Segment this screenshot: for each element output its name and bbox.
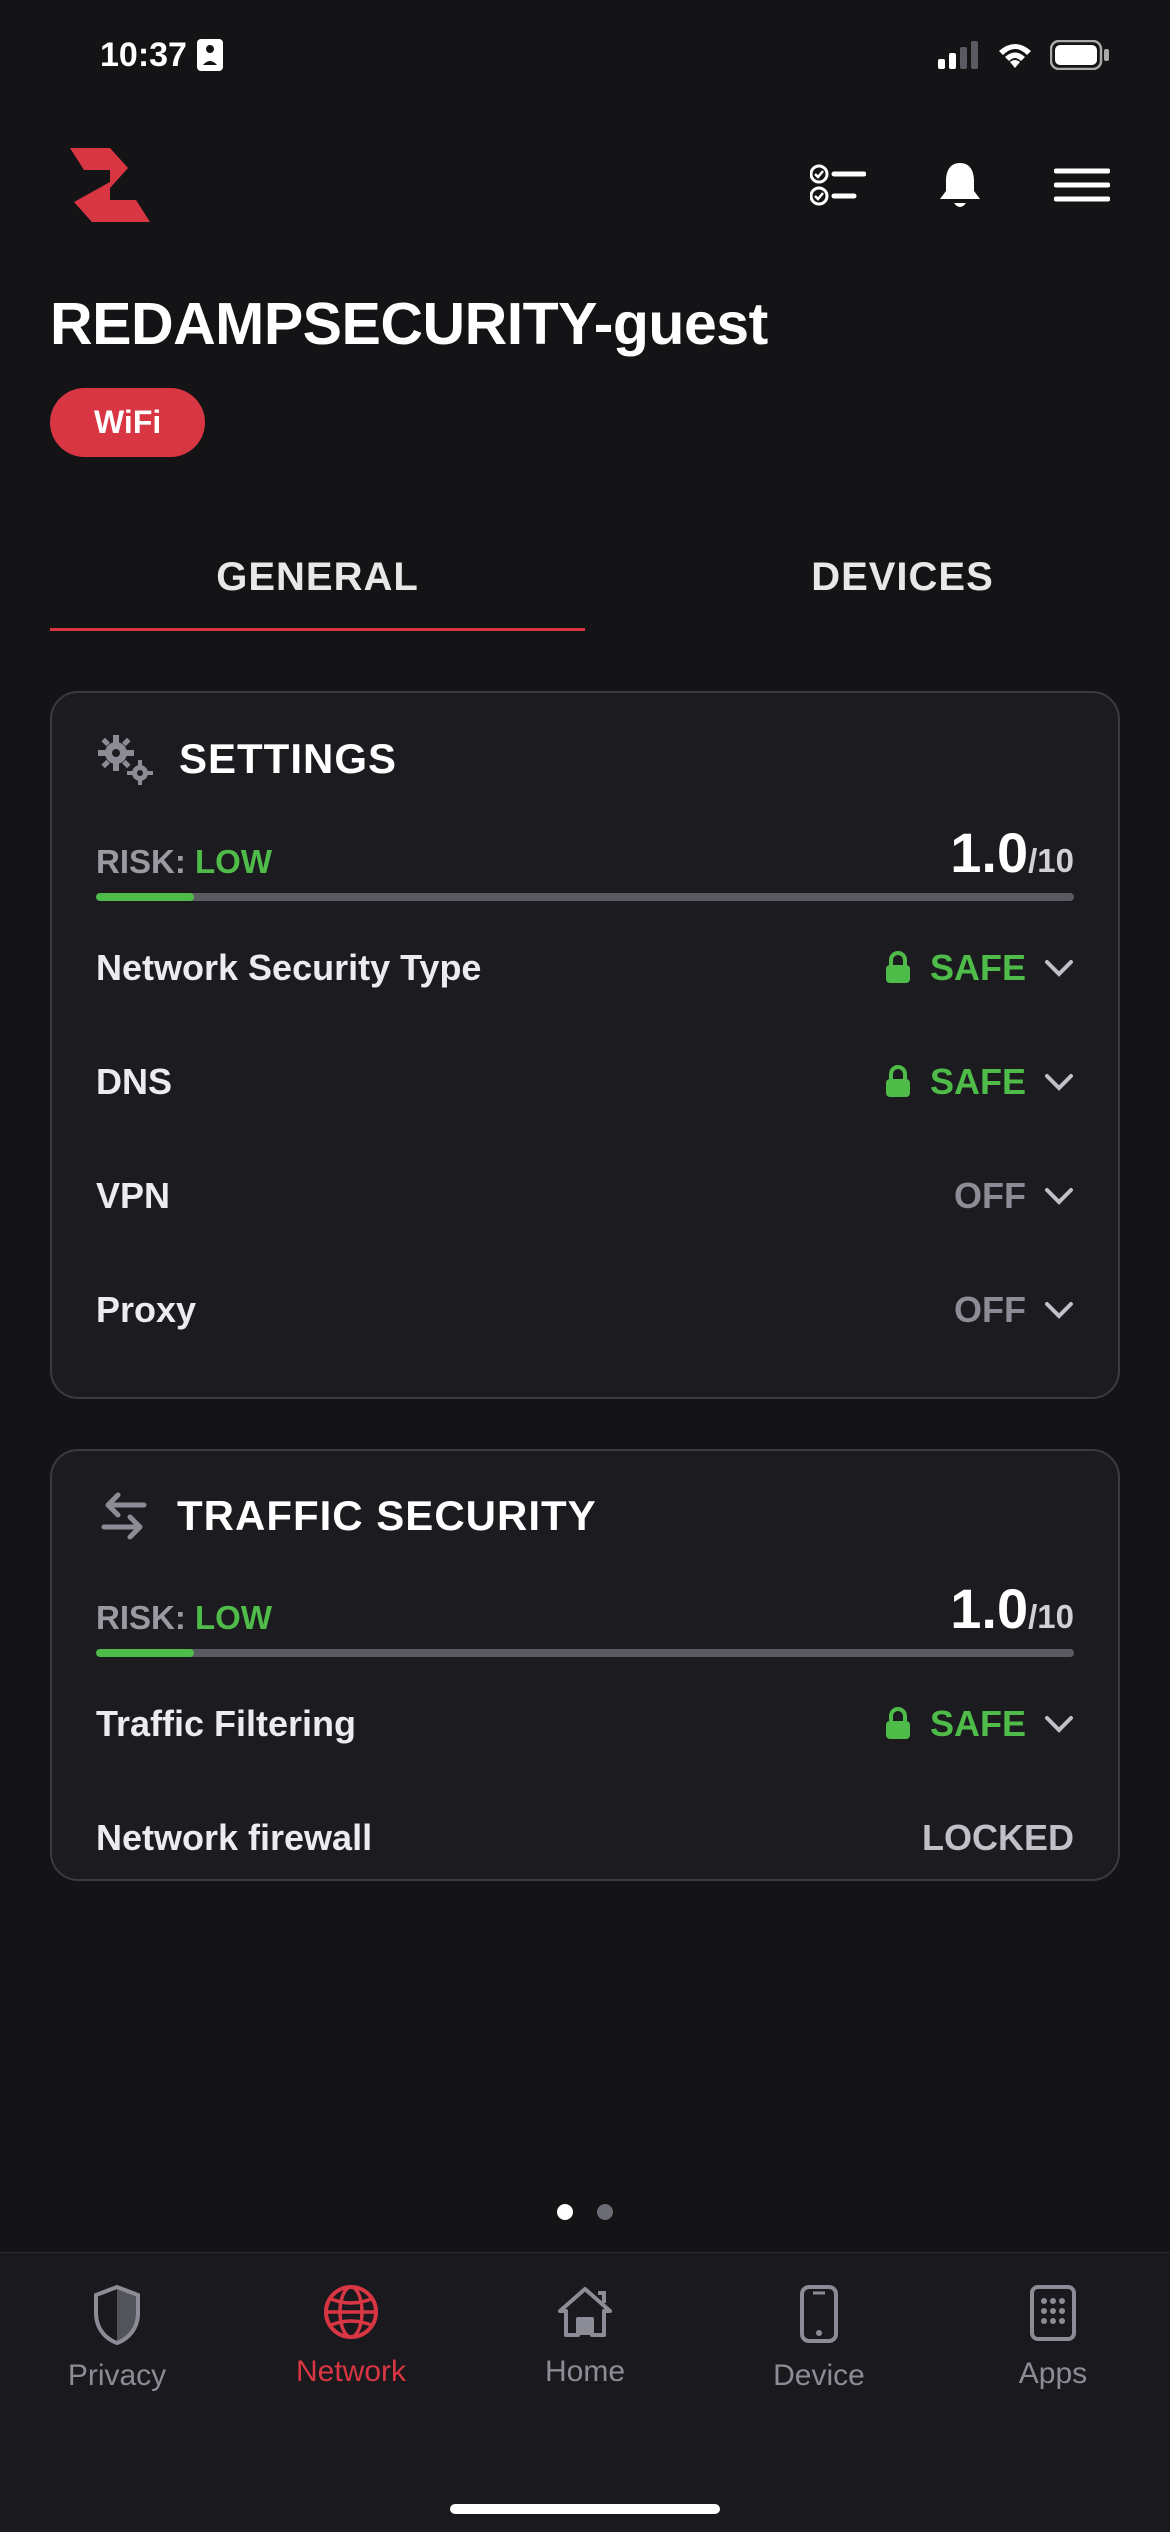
- nav-home[interactable]: Home: [468, 2283, 702, 2389]
- app-header: [0, 110, 1170, 260]
- status-time-text: 10:37: [100, 36, 187, 75]
- status-icons: [938, 40, 1110, 70]
- home-icon: [554, 2283, 616, 2341]
- status-time: 10:37: [100, 36, 223, 75]
- chevron-down-icon: [1044, 1301, 1074, 1319]
- settings-progress-fill: [96, 893, 194, 901]
- badge-icon: [197, 39, 223, 71]
- nav-label: Network: [296, 2355, 406, 2389]
- shield-icon: [90, 2283, 144, 2345]
- row-label: DNS: [96, 1061, 172, 1103]
- row-value: SAFE: [884, 1061, 1074, 1103]
- settings-card-header: SETTINGS: [96, 733, 1074, 785]
- row-vpn[interactable]: VPN OFF: [96, 1139, 1074, 1253]
- pagination-dots[interactable]: [0, 2204, 1170, 2220]
- row-label: Proxy: [96, 1289, 196, 1331]
- cellular-icon: [938, 41, 980, 69]
- app-logo-icon: [50, 140, 170, 230]
- traffic-title: TRAFFIC SECURITY: [177, 1492, 597, 1540]
- traffic-risk-level: LOW: [195, 1599, 272, 1636]
- row-value: OFF: [954, 1289, 1074, 1331]
- traffic-progress: [96, 1649, 1074, 1657]
- nav-device[interactable]: Device: [702, 2283, 936, 2393]
- row-label: Traffic Filtering: [96, 1703, 356, 1745]
- bell-icon[interactable]: [936, 159, 984, 211]
- traffic-risk-row: RISK: LOW 1.0/10: [96, 1581, 1074, 1637]
- row-network-security-type[interactable]: Network Security Type SAFE: [96, 911, 1074, 1025]
- traffic-risk-label: RISK: LOW: [96, 1599, 272, 1637]
- row-value: OFF: [954, 1175, 1074, 1217]
- row-label: VPN: [96, 1175, 170, 1217]
- nav-network[interactable]: Network: [234, 2283, 468, 2389]
- traffic-progress-fill: [96, 1649, 194, 1657]
- device-icon: [798, 2283, 840, 2345]
- apps-icon: [1028, 2283, 1078, 2343]
- status-bar: 10:37: [0, 0, 1170, 110]
- settings-title: SETTINGS: [179, 735, 397, 783]
- chevron-down-icon: [1044, 1715, 1074, 1733]
- page-dot-1[interactable]: [597, 2204, 613, 2220]
- home-indicator[interactable]: [450, 2504, 720, 2514]
- bottom-nav: Privacy Network Home Device Apps: [0, 2252, 1170, 2532]
- page-dot-0[interactable]: [557, 2204, 573, 2220]
- settings-risk-row: RISK: LOW 1.0/10: [96, 825, 1074, 881]
- battery-icon: [1050, 40, 1110, 70]
- row-label: Network Security Type: [96, 947, 481, 989]
- chevron-down-icon: [1044, 1073, 1074, 1091]
- nav-privacy[interactable]: Privacy: [0, 2283, 234, 2393]
- gears-icon: [96, 733, 154, 785]
- row-value: LOCKED: [922, 1817, 1074, 1859]
- row-label: Network firewall: [96, 1817, 372, 1859]
- settings-progress: [96, 893, 1074, 901]
- checklist-icon[interactable]: [810, 163, 866, 207]
- transfer-icon: [96, 1491, 152, 1541]
- row-value: SAFE: [884, 947, 1074, 989]
- row-proxy[interactable]: Proxy OFF: [96, 1253, 1074, 1367]
- tab-bar: GENERAL DEVICES: [0, 527, 1170, 631]
- row-value: SAFE: [884, 1703, 1074, 1745]
- chevron-down-icon: [1044, 1187, 1074, 1205]
- nav-label: Apps: [1019, 2357, 1087, 2391]
- nav-apps[interactable]: Apps: [936, 2283, 1170, 2391]
- wifi-badge: WiFi: [50, 388, 205, 457]
- network-name: REDAMPSECURITY-guest: [50, 290, 1120, 358]
- nav-label: Privacy: [68, 2359, 166, 2393]
- traffic-card-header: TRAFFIC SECURITY: [96, 1491, 1074, 1541]
- traffic-risk-score: 1.0/10: [950, 1581, 1074, 1637]
- tab-general[interactable]: GENERAL: [50, 527, 585, 631]
- header-actions: [810, 159, 1120, 211]
- lock-icon: [884, 1065, 912, 1099]
- row-network-firewall[interactable]: Network firewall LOCKED: [96, 1781, 1074, 1869]
- chevron-down-icon: [1044, 959, 1074, 977]
- settings-risk-label: RISK: LOW: [96, 843, 272, 881]
- settings-risk-level: LOW: [195, 843, 272, 880]
- row-dns[interactable]: DNS SAFE: [96, 1025, 1074, 1139]
- settings-risk-score: 1.0/10: [950, 825, 1074, 881]
- lock-icon: [884, 951, 912, 985]
- content-area: SETTINGS RISK: LOW 1.0/10 Network Securi…: [0, 631, 1170, 1901]
- nav-label: Home: [545, 2355, 625, 2389]
- globe-icon: [322, 2283, 380, 2341]
- tab-devices[interactable]: DEVICES: [635, 527, 1170, 631]
- traffic-card: TRAFFIC SECURITY RISK: LOW 1.0/10 Traffi…: [50, 1449, 1120, 1881]
- settings-card: SETTINGS RISK: LOW 1.0/10 Network Securi…: [50, 691, 1120, 1399]
- lock-icon: [884, 1707, 912, 1741]
- hamburger-icon[interactable]: [1054, 165, 1110, 205]
- nav-label: Device: [773, 2359, 865, 2393]
- wifi-icon: [994, 40, 1036, 70]
- network-title-section: REDAMPSECURITY-guest WiFi: [0, 260, 1170, 477]
- row-traffic-filtering[interactable]: Traffic Filtering SAFE: [96, 1667, 1074, 1781]
